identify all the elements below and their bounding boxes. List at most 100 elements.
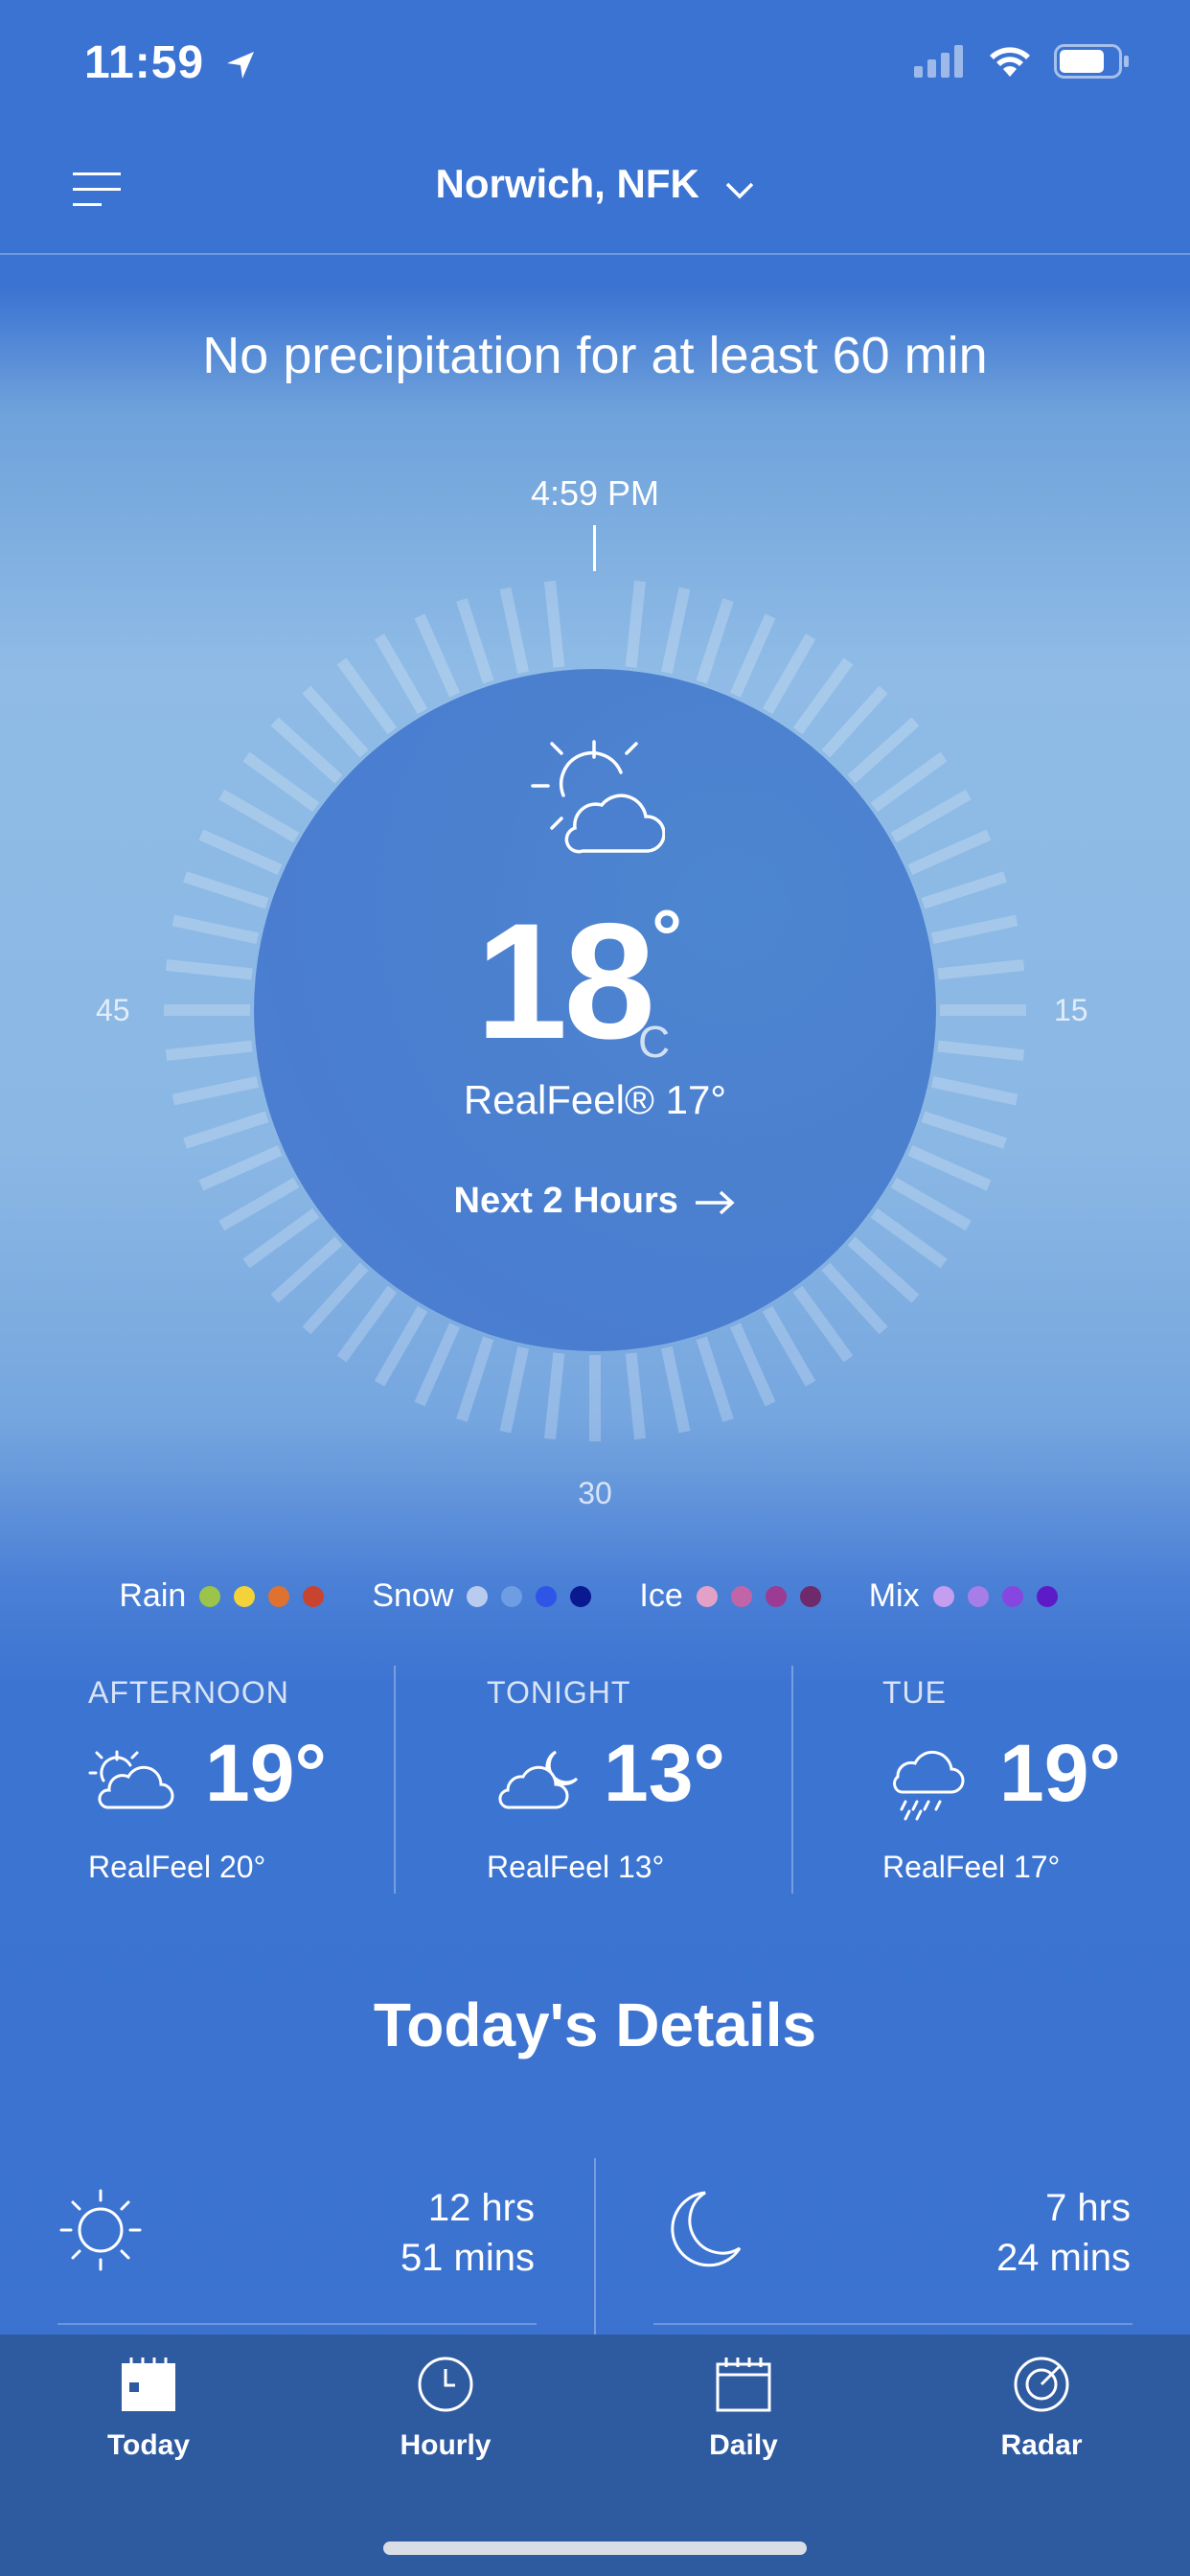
realfeel-temperature: RealFeel® 17°: [463, 1077, 727, 1122]
legend-snow: Snow: [372, 1577, 605, 1615]
legend-label: Rain: [119, 1577, 187, 1614]
tab-label: Today: [106, 2429, 191, 2461]
forecast-temp: 13°: [604, 1728, 726, 1818]
details-divider: [594, 2158, 596, 2336]
dial-tick: [270, 717, 343, 784]
dial-tick: [660, 1346, 691, 1434]
partly-sunny-icon: [531, 740, 665, 854]
daylight-hours: 12 hrs: [427, 2187, 535, 2229]
moonlight-duration: 7 hrs 24 mins: [881, 2183, 1131, 2283]
legend-ice: Ice: [639, 1577, 834, 1615]
partly-sunny-icon: [88, 1750, 174, 1809]
home-indicator: [383, 2542, 807, 2555]
detail-divider: [653, 2323, 1133, 2325]
sun-icon: [59, 2189, 142, 2271]
calendar-icon: [716, 2358, 771, 2412]
rain-cloud-icon: [893, 1750, 965, 1821]
legend-dot: [967, 1585, 989, 1607]
dial-tick: [792, 657, 854, 735]
forecast-temp: 19°: [999, 1728, 1122, 1818]
legend-dot: [303, 1585, 325, 1607]
legend-dot: [234, 1585, 256, 1607]
daylight-duration: 12 hrs 51 mins: [286, 2183, 535, 2283]
dial-tick: [696, 1336, 734, 1422]
legend-rain: Rain: [119, 1577, 337, 1615]
dial-tick: [456, 598, 494, 684]
forecast-tonight[interactable]: TONIGHT 13° RealFeel 13°: [487, 1668, 883, 1898]
dial-tick: [729, 613, 776, 698]
dial-tick: [625, 1352, 647, 1440]
next-hours-label: Next 2 Hours: [453, 1181, 678, 1221]
current-temperature: 18°C: [0, 894, 1190, 1067]
daylight-minutes: 51 mins: [400, 2237, 535, 2279]
dial-tick: [821, 1262, 888, 1335]
tab-label: Radar: [1000, 2429, 1083, 2461]
dial-tick: [696, 598, 734, 684]
dial-tick: [729, 1322, 776, 1407]
forecast-divider: [791, 1666, 793, 1894]
dial-tick: [847, 1236, 920, 1303]
forecast-afternoon[interactable]: AFTERNOON 19° RealFeel 20°: [88, 1668, 485, 1898]
dial-tick: [543, 1352, 565, 1440]
dial-tick: [499, 1346, 530, 1434]
next-2-hours-link[interactable]: Next 2 Hours: [0, 1181, 1190, 1222]
legend-dot: [570, 1585, 592, 1607]
tab-label: Hourly: [400, 2429, 492, 2461]
dial-tick: [198, 829, 283, 876]
dial-tick: [242, 751, 320, 813]
legend-dot: [536, 1585, 558, 1607]
dial-tick: [270, 1236, 343, 1303]
dial-tick: [336, 657, 398, 735]
forecast-temp: 19°: [205, 1728, 328, 1818]
legend-dot: [730, 1585, 752, 1607]
degree-symbol: °: [652, 894, 683, 979]
forecast-realfeel: RealFeel 17°: [882, 1850, 1061, 1884]
dial-label-30: 30: [578, 1476, 612, 1510]
legend-dot: [467, 1585, 489, 1607]
legend-dot: [799, 1585, 821, 1607]
forecast-title: TONIGHT: [487, 1675, 631, 1710]
legend-dot: [1036, 1585, 1058, 1607]
dial-tick: [660, 586, 691, 675]
dial-tick: [456, 1336, 494, 1422]
forecast-realfeel: RealFeel 20°: [88, 1850, 266, 1884]
legend-label: Mix: [868, 1577, 920, 1614]
dial-tick: [762, 1305, 816, 1387]
dial-tick: [762, 633, 816, 715]
forecast-realfeel: RealFeel 13°: [487, 1850, 665, 1884]
legend-dot: [268, 1585, 290, 1607]
legend-dot: [932, 1585, 954, 1607]
arrow-right-icon: [696, 1190, 736, 1215]
tab-hourly[interactable]: Hourly: [350, 2356, 541, 2462]
temperature-unit: C: [638, 1017, 671, 1067]
dial-tick: [847, 717, 920, 784]
dial-tick: [625, 580, 647, 668]
legend-dot: [696, 1585, 718, 1607]
dial-tick: [336, 1285, 398, 1363]
dial-tick: [414, 1322, 461, 1407]
dial-tick: [374, 1305, 428, 1387]
legend-dot: [765, 1585, 787, 1607]
radar-icon: [1014, 2357, 1069, 2412]
dial-label-15: 15: [1054, 993, 1088, 1027]
dial-tick: [302, 685, 369, 758]
moonlight-minutes: 24 mins: [995, 2237, 1131, 2279]
clock-icon: [418, 2357, 473, 2412]
tab-radar[interactable]: Radar: [946, 2356, 1137, 2462]
tab-today[interactable]: Today: [53, 2356, 244, 2462]
legend-label: Ice: [639, 1577, 683, 1614]
dial-tick: [907, 829, 992, 876]
dial-tick: [870, 751, 948, 813]
forecast-tue[interactable]: TUE 19° RealFeel 17°: [882, 1668, 1190, 1898]
dial-tick: [792, 1285, 854, 1363]
dial-tick: [890, 789, 972, 843]
dial-tick: [821, 685, 888, 758]
dial-tick: [414, 613, 461, 698]
partly-cloudy-night-icon: [498, 1750, 579, 1809]
forecast-title: TUE: [882, 1675, 947, 1710]
calendar-today-icon: [122, 2358, 175, 2411]
dial-tick: [543, 580, 565, 668]
dial-tick: [499, 586, 530, 675]
tab-daily[interactable]: Daily: [648, 2356, 839, 2462]
dial-tick: [302, 1262, 369, 1335]
